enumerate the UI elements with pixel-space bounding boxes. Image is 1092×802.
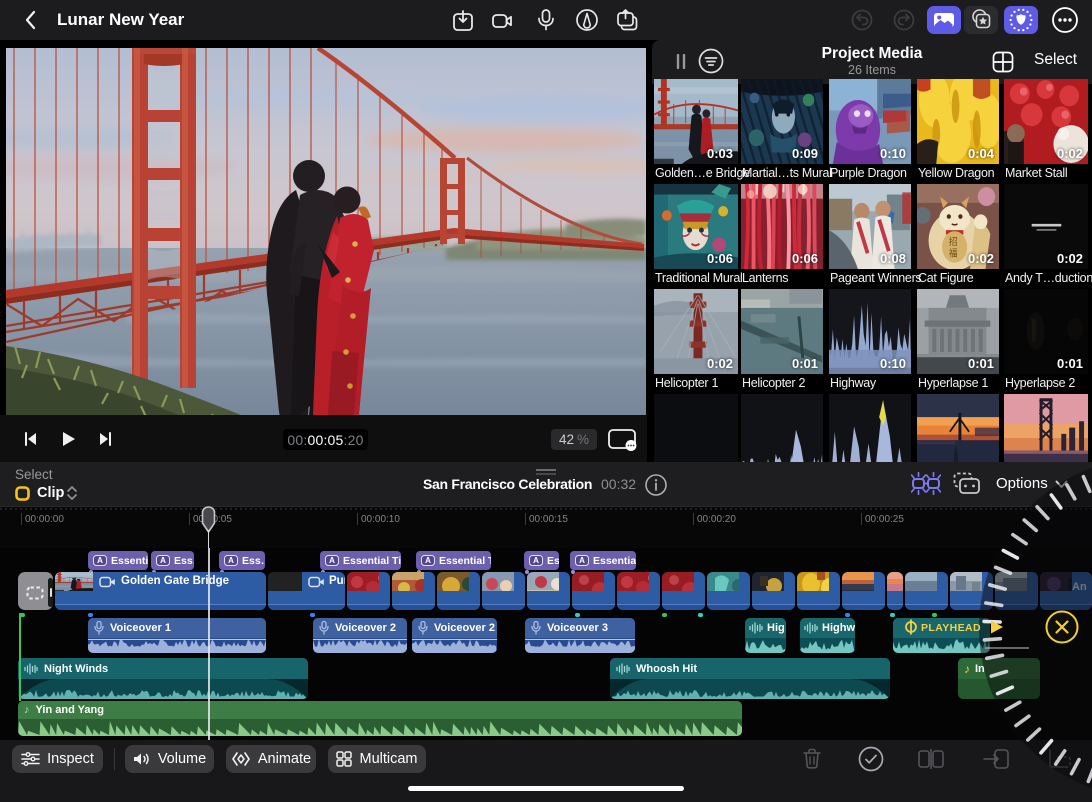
svg-text:招: 招 xyxy=(949,235,958,246)
svg-text:福: 福 xyxy=(949,247,958,258)
